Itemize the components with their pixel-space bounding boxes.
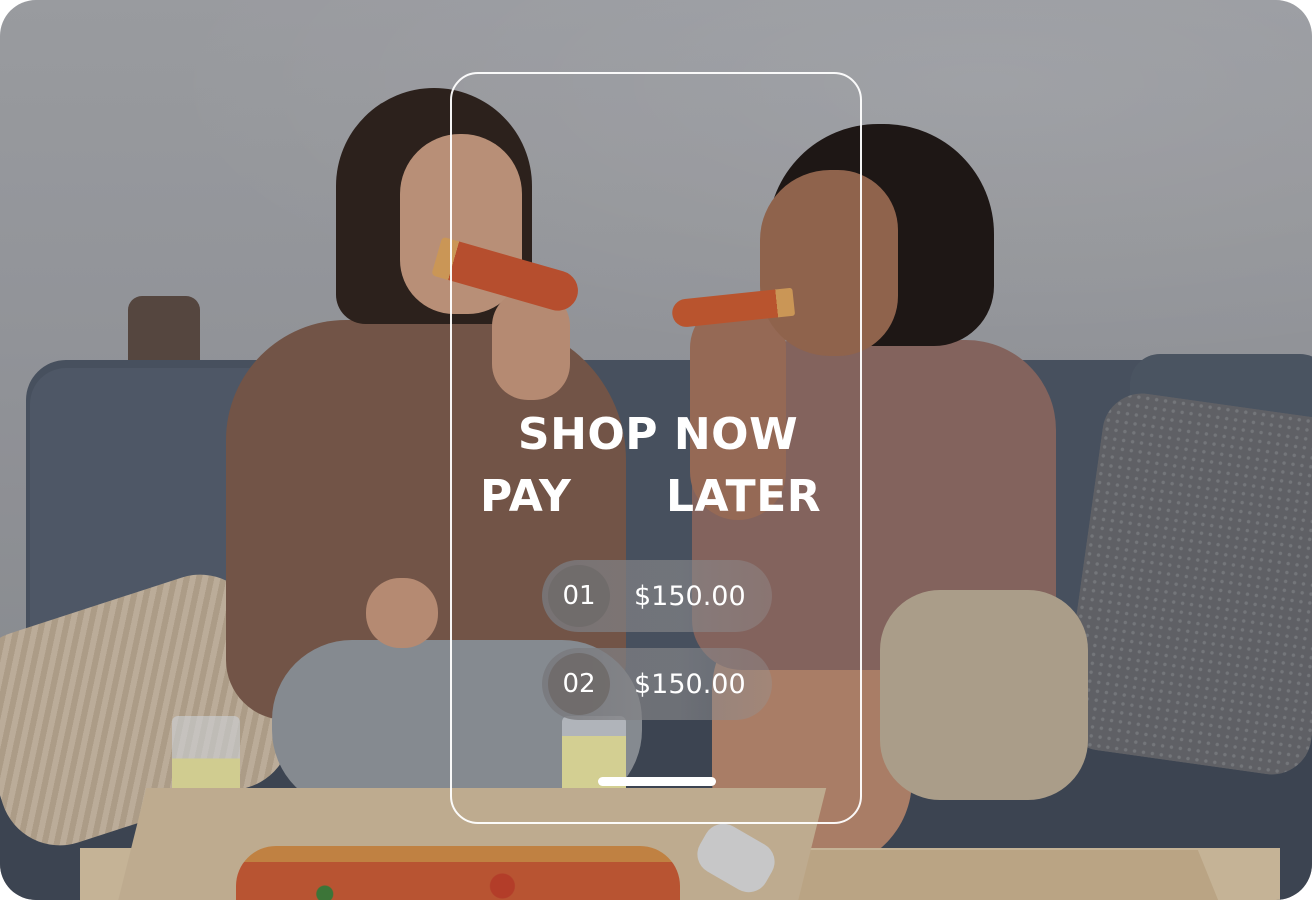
installment-number-badge: 01 [548, 565, 610, 627]
headline-word-pay: PAY [480, 471, 572, 522]
headline-line-shop-now: SHOP NOW [517, 409, 799, 460]
headline-line-pay-later: PAY LATER [450, 466, 862, 528]
headline-word-later: LATER [666, 471, 822, 522]
home-indicator-bar [598, 777, 716, 786]
installment-amount: $150.00 [634, 668, 746, 700]
installment-number-badge: 02 [548, 653, 610, 715]
promo-card: SHOP NOW PAY LATER 01 $150.00 02 $150.00 [0, 0, 1312, 900]
installment-pill-2[interactable]: 02 $150.00 [542, 648, 772, 720]
installment-amount: $150.00 [634, 580, 746, 612]
headline: SHOP NOW PAY LATER [450, 404, 862, 528]
installment-pill-1[interactable]: 01 $150.00 [542, 560, 772, 632]
